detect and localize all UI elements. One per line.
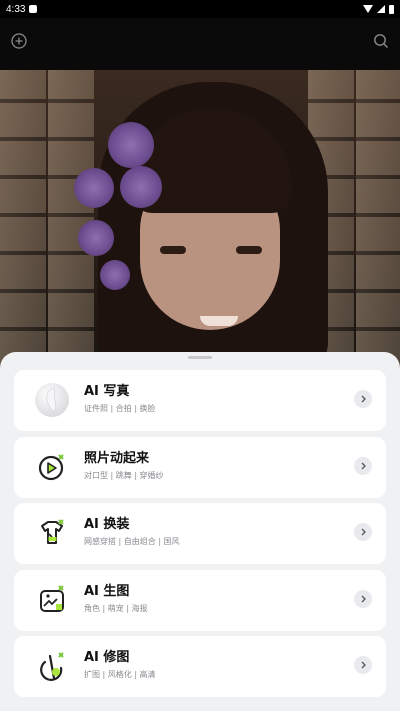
feature-subtitle: 对口型 | 跳舞 | 穿婚纱 — [84, 471, 164, 480]
feature-title: 照片动起来 — [84, 451, 150, 466]
top-bar — [0, 18, 400, 70]
eye-left — [160, 246, 186, 254]
retouch-icon — [34, 648, 70, 684]
feature-subtitle: 网感穿搭 | 自由组合 | 国风 — [84, 537, 180, 546]
chevron-right-icon[interactable] — [354, 457, 372, 475]
signal-icon — [377, 5, 385, 13]
feature-card-ai-portrait[interactable]: AI 写真 证件照 | 合拍 | 换脸 — [14, 370, 386, 431]
flower — [108, 122, 154, 168]
feature-card-retouch[interactable]: AI 修图 扩图 | 风格化 | 高清 — [14, 636, 386, 697]
search-icon[interactable] — [370, 30, 392, 52]
ai-portrait-icon — [34, 382, 70, 418]
status-bar: 4:33 — [0, 0, 400, 18]
feature-subtitle: 证件照 | 合拍 | 换脸 — [84, 404, 156, 413]
feature-title: AI 生图 — [84, 584, 130, 599]
chevron-right-icon[interactable] — [354, 590, 372, 608]
status-time: 4:33 — [6, 3, 26, 15]
plus-circle-icon[interactable] — [8, 30, 30, 52]
feature-card-outfit-change[interactable]: AI 换装 网感穿搭 | 自由组合 | 国风 — [14, 503, 386, 564]
chevron-right-icon[interactable] — [354, 523, 372, 541]
image-generate-icon — [34, 582, 70, 618]
feature-title: AI 换装 — [84, 517, 130, 532]
sheet-handle[interactable] — [188, 356, 212, 359]
feature-title: AI 修图 — [84, 650, 130, 665]
flower — [100, 260, 130, 290]
feature-card-animate-photo[interactable]: 照片动起来 对口型 | 跳舞 | 穿婚纱 — [14, 437, 386, 498]
wifi-icon — [363, 5, 373, 13]
feature-sheet: AI 写真 证件照 | 合拍 | 换脸 照片动起来 对口型 | 跳舞 | 穿婚纱 — [0, 352, 400, 711]
chevron-right-icon[interactable] — [354, 390, 372, 408]
notification-icon — [29, 5, 38, 13]
eye-right — [236, 246, 262, 254]
hero-photo[interactable] — [0, 70, 400, 365]
feature-subtitle: 角色 | 萌宠 | 海报 — [84, 604, 148, 613]
feature-title: AI 写真 — [84, 384, 130, 399]
play-video-icon — [34, 449, 70, 485]
smile — [200, 316, 238, 326]
chevron-right-icon[interactable] — [354, 656, 372, 674]
flower — [120, 166, 162, 208]
feature-card-image-generate[interactable]: AI 生图 角色 | 萌宠 | 海报 — [14, 570, 386, 631]
battery-icon — [389, 4, 394, 14]
feature-subtitle: 扩图 | 风格化 | 高清 — [84, 670, 156, 679]
window-panel — [0, 70, 46, 365]
window-panel — [48, 70, 94, 365]
flower — [78, 220, 114, 256]
status-icons — [363, 4, 394, 14]
tshirt-icon — [34, 515, 70, 551]
window-panel — [356, 70, 400, 365]
flower — [74, 168, 114, 208]
